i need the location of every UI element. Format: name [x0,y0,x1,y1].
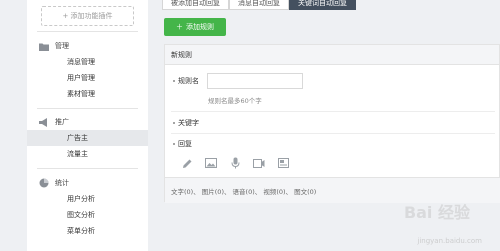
sidebar-divider [37,108,138,109]
new-rule-panel: 新规则 规则名 规则名最多60个字 关键字 回复 文字(0)、 图片(0)、 语… [164,44,500,203]
keyword-label: 关键字 [173,118,199,128]
add-plugin-button[interactable]: + 添加功能插件 [41,6,134,26]
panel-title: 新规则 [165,45,499,65]
add-plugin-label: + 添加功能插件 [62,12,113,20]
tab-message-reply[interactable]: 消息自动回复 [229,0,289,10]
sidebar-item-label: 流量主 [67,150,88,158]
sidebar-item-label: 广告主 [67,134,88,142]
panel-divider [171,111,495,112]
nav-group-head-promote: 推广 [27,114,148,130]
sidebar-item-messages[interactable]: 消息管理 [27,54,148,70]
sidebar-item-label: 用户管理 [67,74,95,82]
tab-added-reply[interactable]: 被添加自动回复 [162,0,229,10]
reply-label: 回复 [173,139,192,149]
nav-group-title: 管理 [55,42,69,50]
sidebar-item-label: 素材管理 [67,90,95,98]
add-rule-label: 添加规则 [186,23,214,31]
pencil-icon[interactable] [181,157,193,169]
tab-keyword-reply[interactable]: 关键词自动回复 [289,0,356,10]
nav-group-promote: 推广 广告主 流量主 [27,114,148,162]
sidebar-item-users[interactable]: 用户管理 [27,70,148,86]
image-icon[interactable] [205,157,217,169]
keyword-label-text: 关键字 [178,119,199,127]
rule-name-input[interactable] [207,73,303,89]
nav-group-title: 推广 [55,118,69,126]
sidebar: + 添加功能插件 管理 消息管理 用户管理 素材管理 推广 广告主 流量主 统计… [27,0,148,251]
sidebar-item-label: 消息管理 [67,58,95,66]
megaphone-icon [39,117,49,127]
plus-icon: ＋ [176,23,183,31]
sidebar-divider [37,31,138,32]
pie-chart-icon [39,178,49,188]
watermark-url: jingyan.baidu.com [417,237,482,245]
sidebar-divider [37,168,138,169]
nav-group-head-manage: 管理 [27,38,148,54]
nav-group-manage: 管理 消息管理 用户管理 素材管理 [27,38,148,102]
rule-name-label-text: 规则名 [178,77,199,85]
panel-divider [171,133,495,134]
sidebar-item-advertiser[interactable]: 广告主 [27,130,148,146]
nav-group-title: 统计 [55,179,69,187]
sidebar-item-menu-analysis[interactable]: 菜单分析 [27,223,148,239]
sidebar-item-label: 菜单分析 [67,227,95,235]
sidebar-item-materials[interactable]: 素材管理 [27,86,148,102]
folder-icon [39,41,49,51]
video-icon[interactable] [253,157,265,169]
baidu-watermark: Bai 经验 [403,203,470,222]
sidebar-item-label: 图文分析 [67,211,95,219]
add-rule-button[interactable]: ＋ 添加规则 [164,18,226,36]
article-icon[interactable] [277,157,289,169]
sidebar-item-publisher[interactable]: 流量主 [27,146,148,162]
reply-tabs: 被添加自动回复 消息自动回复 关键词自动回复 [162,0,356,10]
reply-toolbar [181,157,289,169]
sidebar-item-article-analysis[interactable]: 图文分析 [27,207,148,223]
sidebar-item-user-analysis[interactable]: 用户分析 [27,191,148,207]
nav-group-stats: 统计 用户分析 图文分析 菜单分析 [27,175,148,239]
nav-group-head-stats: 统计 [27,175,148,191]
rule-name-hint: 规则名最多60个字 [208,97,262,105]
sidebar-item-label: 用户分析 [67,195,95,203]
microphone-icon[interactable] [229,157,241,169]
reply-label-text: 回复 [178,140,192,148]
rule-name-label: 规则名 [173,76,199,86]
